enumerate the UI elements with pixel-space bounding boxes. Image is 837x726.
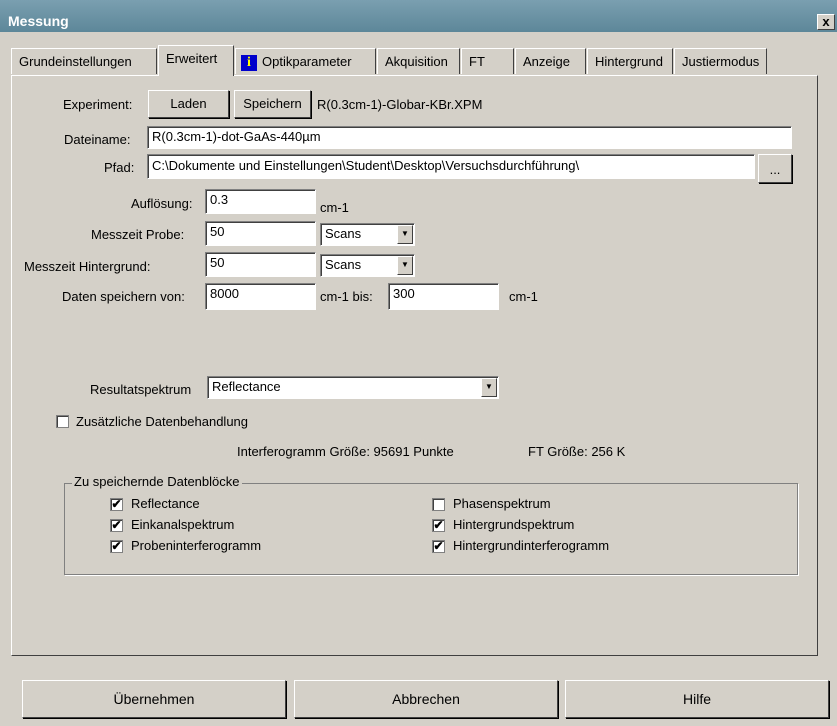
experiment-label: Experiment:: [63, 97, 133, 112]
help-button[interactable]: Hilfe: [565, 680, 829, 718]
extra-processing-label: Zusätzliche Datenbehandlung: [76, 414, 249, 429]
window-title: Messung: [8, 13, 69, 29]
resolution-label: Auflösung:: [131, 196, 193, 211]
tab-label: Optikparameter: [262, 54, 352, 69]
resolution-field[interactable]: 0.3: [205, 189, 316, 214]
browse-button[interactable]: ...: [758, 154, 792, 183]
save-to-field[interactable]: 300: [388, 283, 499, 310]
tab-label: FT: [469, 54, 485, 69]
sample-time-unit-select[interactable]: Scans ▼: [320, 223, 415, 246]
tab-hintergrund[interactable]: Hintergrund: [587, 48, 673, 74]
chevron-down-icon[interactable]: ▼: [397, 225, 413, 244]
interferogram-size: Interferogramm Größe: 95691 Punkte: [237, 444, 454, 459]
load-button[interactable]: Laden: [148, 90, 229, 118]
filename-field[interactable]: R(0.3cm-1)-dot-GaAs-440µm: [147, 126, 792, 149]
tab-erweitert[interactable]: Erweitert: [158, 45, 234, 76]
path-field[interactable]: C:\Dokumente und Einstellungen\Student\D…: [147, 154, 755, 179]
close-button[interactable]: x: [817, 14, 835, 30]
tab-label: Grundeinstellungen: [19, 54, 132, 69]
title-bar: [0, 0, 837, 32]
sample-time-unit-value: Scans: [325, 226, 362, 241]
tab-label: Justiermodus: [682, 54, 760, 69]
tab-label: Hintergrund: [595, 54, 663, 69]
save-from-field[interactable]: 8000: [205, 283, 316, 310]
tab-grundeinstellungen[interactable]: Grundeinstellungen: [11, 48, 157, 74]
block-checkbox-hintergrundinterferogramm[interactable]: ✔: [432, 540, 445, 553]
save-range-unit: cm-1: [509, 289, 538, 304]
chevron-down-icon[interactable]: ▼: [481, 378, 497, 397]
sample-time-label: Messzeit Probe:: [91, 227, 185, 242]
extra-processing-checkbox[interactable]: [56, 415, 69, 428]
sample-time-field[interactable]: 50: [205, 221, 316, 246]
info-icon: i: [241, 54, 257, 71]
block-label: Einkanalspektrum: [131, 517, 235, 532]
tab-justiermodus[interactable]: Justiermodus: [674, 48, 767, 74]
block-label: Hintergrundinterferogramm: [453, 538, 610, 553]
apply-button[interactable]: Übernehmen: [22, 680, 286, 718]
tab-label: Erweitert: [166, 51, 218, 66]
experiment-file: R(0.3cm-1)-Globar-KBr.XPM: [317, 97, 483, 112]
block-checkbox-einkanal[interactable]: ✔: [110, 519, 123, 532]
chevron-down-icon[interactable]: ▼: [397, 256, 413, 275]
data-blocks-title: Zu speichernde Datenblöcke: [72, 474, 242, 489]
tab-label: Akquisition: [385, 54, 448, 69]
path-label: Pfad:: [104, 160, 135, 175]
bg-time-label: Messzeit Hintergrund:: [24, 259, 151, 274]
result-spectrum-value: Reflectance: [212, 379, 281, 394]
result-label: Resultatspektrum: [90, 382, 192, 397]
block-checkbox-probeninterferogramm[interactable]: ✔: [110, 540, 123, 553]
bg-time-unit-select[interactable]: Scans ▼: [320, 254, 415, 277]
result-spectrum-select[interactable]: Reflectance ▼: [207, 376, 499, 399]
block-checkbox-phasenspektrum[interactable]: [432, 498, 445, 511]
bg-time-unit-value: Scans: [325, 257, 362, 272]
block-label: Phasenspektrum: [453, 496, 551, 511]
bg-time-field[interactable]: 50: [205, 252, 316, 277]
tab-akquisition[interactable]: Akquisition: [377, 48, 460, 74]
filename-label: Dateiname:: [64, 132, 131, 147]
block-label: Probeninterferogramm: [131, 538, 262, 553]
cancel-button[interactable]: Abbrechen: [294, 680, 558, 718]
block-label: Reflectance: [131, 496, 200, 511]
save-range-mid-label: cm-1 bis:: [320, 289, 373, 304]
save-range-label: Daten speichern von:: [62, 289, 185, 304]
tab-label: Anzeige: [523, 54, 570, 69]
resolution-unit: cm-1: [320, 200, 349, 215]
tab-ft[interactable]: FT: [461, 48, 514, 74]
tab-optikparameter[interactable]: i Optikparameter: [235, 48, 376, 74]
ft-size: FT Größe: 256 K: [528, 444, 626, 459]
tab-anzeige[interactable]: Anzeige: [515, 48, 586, 74]
block-checkbox-reflectance[interactable]: ✔: [110, 498, 123, 511]
block-label: Hintergrundspektrum: [453, 517, 575, 532]
block-checkbox-hintergrundspektrum[interactable]: ✔: [432, 519, 445, 532]
save-experiment-button[interactable]: Speichern: [234, 90, 311, 118]
